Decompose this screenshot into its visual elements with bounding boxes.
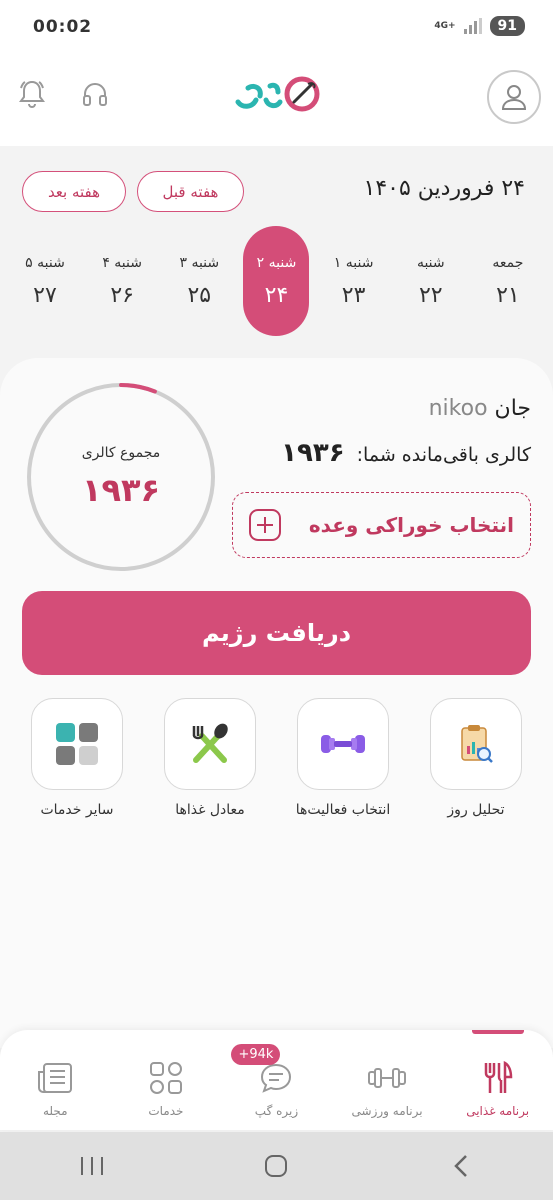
day-name: ۴ شنبه — [102, 254, 142, 271]
day-name: جمعه — [492, 254, 524, 271]
day-number: ۲۱ — [496, 282, 520, 308]
status-time: 00:02 — [33, 17, 93, 37]
fork-knife-icon — [478, 1058, 518, 1098]
nav-label: برنامه ورزشی — [351, 1104, 423, 1118]
day-chip[interactable]: ۵ شنبه ۲۷ — [12, 226, 78, 336]
greeting: جان nikoo — [429, 396, 531, 421]
prev-week-button[interactable]: هفته قبل — [137, 171, 244, 212]
day-name: ۲ شنبه — [256, 254, 297, 271]
week-selector: ۲۴ فروردین ۱۴۰۵ هفته قبل هفته بعد جمعه ۲۱… — [0, 146, 553, 376]
remaining-label: کالری باقی‌مانده شما: — [356, 444, 531, 466]
home-icon[interactable] — [246, 1146, 306, 1186]
plus-icon — [249, 509, 281, 541]
day-chip[interactable]: ۳ شنبه ۲۵ — [166, 226, 232, 336]
notification-bell-icon[interactable] — [14, 76, 50, 112]
signal-icon — [463, 18, 482, 34]
nav-label: خدمات — [148, 1104, 184, 1118]
chat-badge: +94k — [231, 1044, 281, 1065]
fork-spoon-icon — [164, 698, 256, 790]
tile-label: سایر خدمات — [40, 802, 114, 818]
tile-label: تحلیل روز — [447, 802, 505, 818]
bottom-nav: برنامه غذایی برنامه ورزشی +94k زیره گپ خ… — [0, 1030, 553, 1130]
status-bar: 00:02 4G+ 91 — [0, 0, 553, 56]
nav-diet-plan[interactable]: برنامه غذایی — [443, 1030, 553, 1130]
day-number: ۲۳ — [341, 282, 366, 308]
day-number: ۲۲ — [418, 282, 443, 308]
nav-label: زیره گپ — [254, 1104, 299, 1118]
support-headset-icon[interactable] — [77, 76, 113, 112]
meal-select-button[interactable]: انتخاب خوراکی وعده — [232, 492, 531, 558]
day-chip[interactable]: ۴ شنبه ۲۶ — [89, 226, 155, 336]
tile-label: معادل غذاها — [175, 802, 245, 818]
remaining-calories: کالری باقی‌مانده شما: ۱۹۳۶ — [281, 438, 531, 468]
recents-icon[interactable] — [62, 1146, 122, 1186]
ring-label: مجموع کالری — [81, 445, 161, 461]
nav-label: برنامه غذایی — [466, 1104, 530, 1118]
grid-outline-icon — [146, 1058, 186, 1098]
nav-chat[interactable]: +94k زیره گپ — [221, 1030, 331, 1130]
day-number: ۲۶ — [110, 282, 134, 308]
user-name: nikoo — [428, 396, 488, 421]
day-number: ۲۵ — [187, 282, 212, 308]
main-card: مجموع کالری ۱۹۳۶ جان nikoo کالری باقی‌ما… — [0, 358, 553, 1048]
service-tiles: تحلیل روز انتخاب فعالیت‌ها معادل غذاها س… — [22, 698, 531, 828]
grid-icon — [31, 698, 123, 790]
dumbbell-icon — [297, 698, 389, 790]
tile-day-analysis[interactable]: تحلیل روز — [421, 698, 531, 828]
calorie-ring-text: مجموع کالری ۱۹۳۶ — [26, 382, 216, 572]
days-row: جمعه ۲۱ شنبه ۲۲ ۱ شنبه ۲۳ ۲ شنبه ۲۴ ۳ شنبه ۲۵ ۴ شن… — [12, 226, 541, 336]
tile-food-equivalents[interactable]: معادل غذاها — [155, 698, 265, 828]
nav-workout-plan[interactable]: برنامه ورزشی — [332, 1030, 442, 1130]
zireh-logo — [230, 72, 326, 116]
day-chip[interactable]: جمعه ۲۱ — [475, 226, 541, 336]
nav-services[interactable]: خدمات — [111, 1030, 221, 1130]
status-icons: 4G+ 91 — [434, 16, 525, 36]
day-chip[interactable]: ۲ شنبه ۲۴ — [243, 226, 310, 336]
day-number: ۲۴ — [264, 282, 289, 308]
ring-value: ۱۹۳۶ — [81, 471, 161, 509]
nav-magazine[interactable]: مجله — [0, 1030, 110, 1130]
dumbbell-outline-icon — [367, 1058, 407, 1098]
day-name: ۱ شنبه — [333, 254, 374, 271]
remaining-value: ۱۹۳۶ — [281, 438, 345, 468]
date-title: ۲۴ فروردین ۱۴۰۵ — [363, 176, 525, 201]
next-week-button[interactable]: هفته بعد — [22, 171, 126, 212]
greeting-suffix: جان — [494, 396, 531, 421]
battery-indicator: 91 — [489, 16, 525, 36]
day-name: ۵ شنبه — [25, 254, 65, 271]
get-diet-button[interactable]: دریافت رژیم — [22, 591, 531, 675]
app-header — [0, 56, 553, 146]
meal-select-label: انتخاب خوراکی وعده — [308, 513, 514, 537]
profile-avatar[interactable] — [487, 70, 541, 124]
back-icon[interactable] — [431, 1146, 491, 1186]
tile-other-services[interactable]: سایر خدمات — [22, 698, 132, 828]
clipboard-chart-icon — [430, 698, 522, 790]
day-chip[interactable]: شنبه ۲۲ — [398, 226, 464, 336]
day-name: ۳ شنبه — [179, 254, 220, 271]
system-nav-bar — [0, 1132, 553, 1200]
day-chip[interactable]: ۱ شنبه ۲۳ — [321, 226, 387, 336]
tile-label: انتخاب فعالیت‌ها — [295, 802, 391, 818]
newspaper-icon — [35, 1058, 75, 1098]
tile-activities[interactable]: انتخاب فعالیت‌ها — [288, 698, 398, 828]
day-number: ۲۷ — [33, 282, 57, 308]
day-name: شنبه — [416, 254, 445, 271]
nav-label: مجله — [43, 1104, 68, 1118]
network-label: 4G+ — [434, 20, 456, 31]
